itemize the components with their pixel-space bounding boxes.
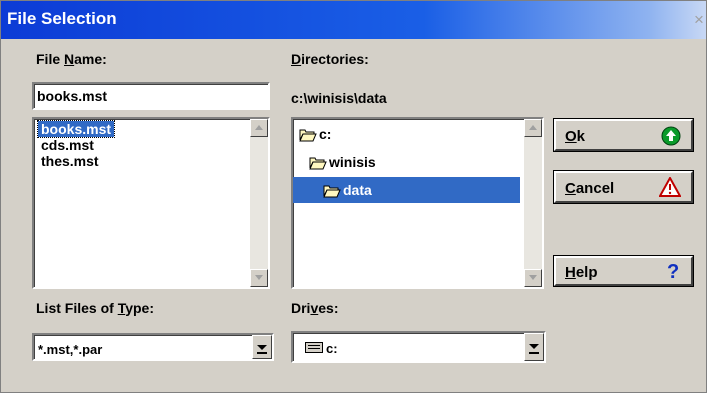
drives-select[interactable]: c: xyxy=(291,331,546,363)
warning-triangle-icon xyxy=(659,177,681,197)
scroll-up-button[interactable] xyxy=(524,119,542,137)
scroll-down-arrow-icon xyxy=(255,275,263,280)
help-button[interactable]: Help ? xyxy=(554,256,693,286)
drives-value: c: xyxy=(326,341,338,356)
cancel-button[interactable]: Cancel xyxy=(554,171,693,203)
chevron-down-icon xyxy=(257,345,267,350)
file-name-label: File Name: xyxy=(36,51,107,67)
scroll-down-arrow-icon xyxy=(529,275,537,280)
file-list[interactable]: books.mst cds.mst thes.mst xyxy=(32,117,270,289)
file-selection-dialog: File Selection × File Name: books.mst cd… xyxy=(0,0,707,393)
file-type-label: List Files of Type: xyxy=(36,300,154,316)
directory-item-c[interactable]: c: xyxy=(299,121,519,147)
question-mark-icon: ? xyxy=(667,261,679,282)
open-folder-icon xyxy=(323,185,341,198)
scroll-down-button[interactable] xyxy=(250,269,268,287)
open-folder-icon xyxy=(299,129,317,142)
cancel-button-label: Cancel xyxy=(565,180,615,197)
drives-dropdown-button[interactable] xyxy=(524,333,544,361)
file-type-value: *.mst,*.par xyxy=(38,342,103,357)
file-list-item[interactable]: thes.mst xyxy=(38,153,102,169)
file-list-item[interactable]: books.mst xyxy=(36,120,116,138)
directory-item-winisis[interactable]: winisis xyxy=(309,149,519,175)
file-type-select[interactable]: *.mst,*.par xyxy=(32,333,274,361)
file-name-input-frame xyxy=(32,82,270,110)
file-type-dropdown-button[interactable] xyxy=(252,335,272,359)
file-list-item[interactable]: cds.mst xyxy=(38,137,97,153)
ok-button-label: Ok xyxy=(565,128,586,145)
scroll-up-arrow-icon xyxy=(255,125,263,130)
file-name-input[interactable] xyxy=(34,84,268,108)
open-folder-icon xyxy=(309,157,327,170)
help-button-label: Help xyxy=(565,264,598,281)
drives-label: Drives: xyxy=(291,300,339,316)
scroll-down-button[interactable] xyxy=(524,269,542,287)
current-directory-path: c:\winisis\data xyxy=(291,90,387,106)
file-list-scrollbar[interactable] xyxy=(250,119,268,287)
window-title: File Selection xyxy=(7,9,117,28)
chevron-down-icon xyxy=(529,344,539,349)
directory-tree-scrollbar[interactable] xyxy=(524,119,542,287)
directory-item-data[interactable]: data xyxy=(293,177,520,203)
ok-button[interactable]: Ok xyxy=(554,119,693,151)
scroll-up-button[interactable] xyxy=(250,119,268,137)
scroll-up-arrow-icon xyxy=(529,125,537,130)
directories-label: Directories: xyxy=(291,51,369,67)
green-up-arrow-icon xyxy=(661,126,681,146)
drive-icon xyxy=(305,342,323,353)
svg-text:?: ? xyxy=(667,261,679,282)
close-icon[interactable]: × xyxy=(694,7,707,33)
directory-tree[interactable]: c: winisis data xyxy=(291,117,544,289)
title-bar[interactable]: File Selection × xyxy=(1,1,706,39)
